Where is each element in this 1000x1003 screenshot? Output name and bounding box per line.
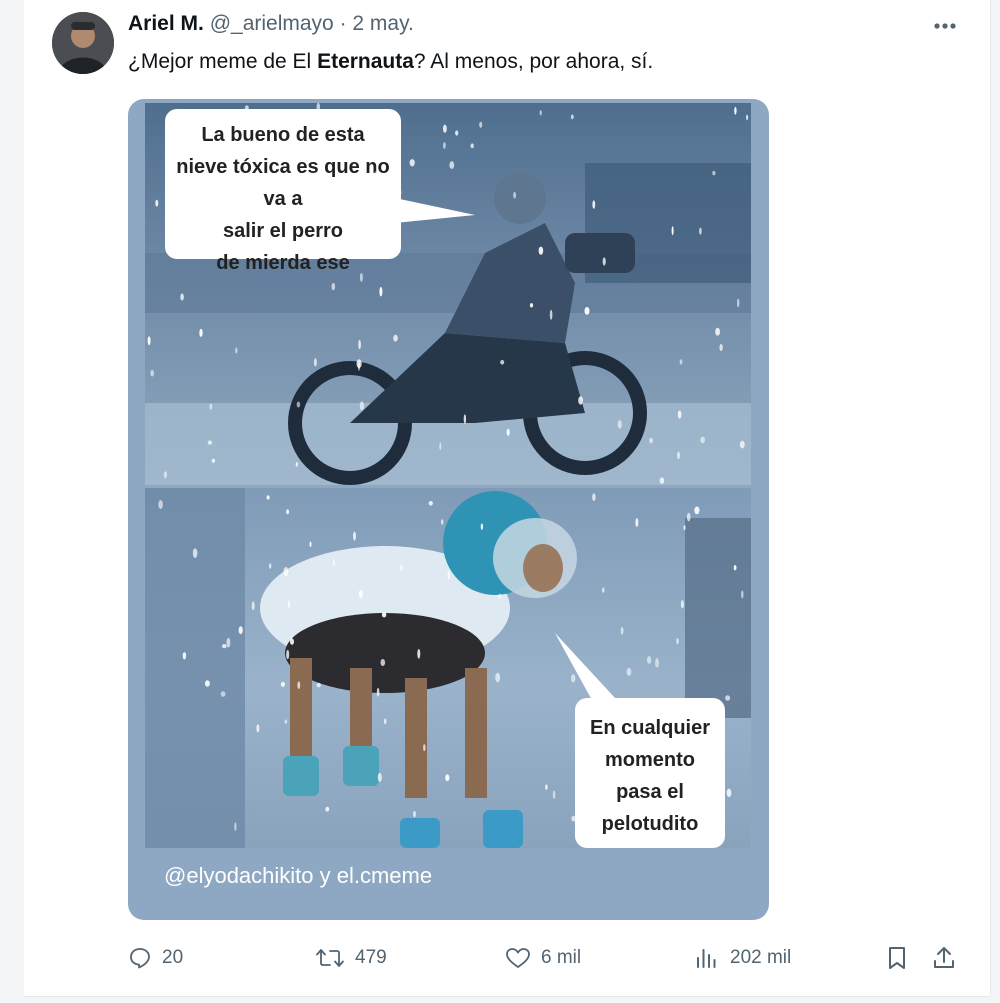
bubble-top-line: La bueno de esta [201, 124, 365, 146]
meme-panel-bottom: En cualquier momento pasa el pelotudito [145, 488, 751, 848]
author-handle[interactable]: @_arielmayo [210, 12, 334, 35]
meme-panel-top: La bueno de esta nieve tóxica es que no … [145, 103, 751, 485]
views-button[interactable]: 202 mil [694, 940, 791, 976]
tweet-text-part-1: ¿Mejor meme de El [128, 50, 318, 73]
heart-icon [506, 948, 530, 968]
bubble-bottom-line: momento [605, 749, 695, 771]
author-name[interactable]: Ariel M. [128, 12, 204, 35]
meme-credit: @elyodachikito y el.cmeme [164, 863, 433, 888]
tweet-text-bold[interactable]: Eternauta [317, 50, 414, 73]
more-options-button[interactable] [930, 14, 960, 38]
avatar[interactable] [52, 12, 114, 74]
bubble-bottom-line: pelotudito [601, 813, 699, 835]
speech-bubble-bottom: En cualquier momento pasa el pelotudito [575, 698, 725, 848]
bubble-top-line: nieve tóxica es que no va a [176, 156, 390, 210]
views-count: 202 mil [730, 947, 792, 968]
bookmark-button[interactable] [886, 940, 918, 976]
like-button[interactable]: 6 mil [505, 940, 581, 976]
bookmark-icon [889, 947, 905, 969]
reply-count: 20 [162, 947, 184, 968]
share-icon [934, 947, 954, 968]
speech-bubble-top: La bueno de esta nieve tóxica es que no … [165, 109, 401, 274]
repost-count: 479 [355, 947, 387, 968]
bubble-top-line: de mierda ese [216, 252, 350, 274]
tweet-text-part-2: ? Al menos, por ahora, sí. [413, 50, 654, 73]
bubble-bottom-line: pasa el [616, 781, 684, 803]
views-chart-icon [697, 949, 716, 968]
header-separator: · [339, 12, 347, 35]
tweet-date[interactable]: 2 may. [352, 12, 413, 35]
bubble-top-line: salir el perro [222, 220, 344, 242]
repost-icon [316, 949, 344, 967]
tweet-header: Ariel M. @_arielmayo · 2 may. [128, 12, 414, 36]
like-count: 6 mil [541, 947, 582, 968]
tweet-text: ¿Mejor meme de El Eternauta? Al menos, p… [128, 50, 653, 74]
reply-button[interactable]: 20 [128, 940, 183, 976]
tweet-media-image[interactable]: La bueno de esta nieve tóxica es que no … [128, 99, 769, 920]
tweet-divider [24, 996, 990, 997]
bubble-bottom-line: En cualquier [589, 717, 711, 739]
share-button[interactable] [932, 940, 966, 976]
reply-icon [130, 948, 150, 969]
action-bar: 20 479 6 mil 202 mil [0, 940, 1000, 980]
repost-button[interactable]: 479 [315, 940, 387, 976]
more-horizontal-icon [934, 23, 956, 29]
